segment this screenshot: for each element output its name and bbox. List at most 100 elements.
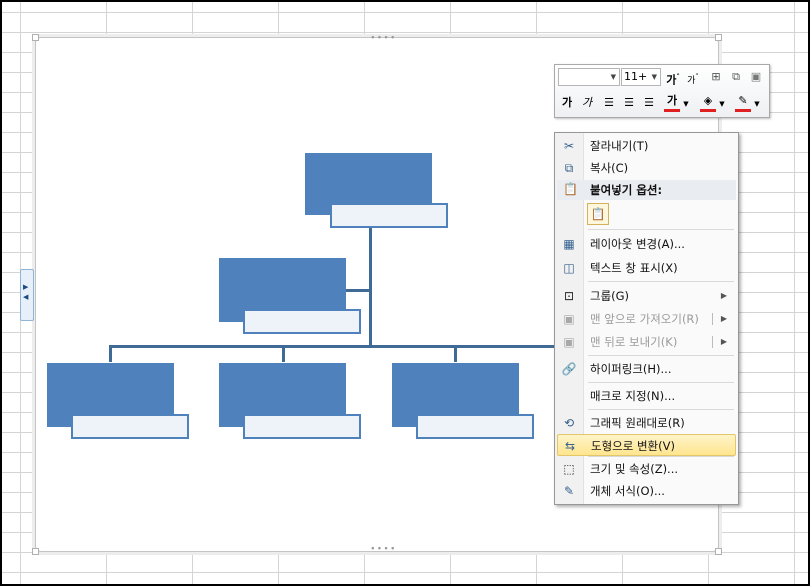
connector-drop-3 — [454, 345, 457, 362]
grid-select-icon[interactable]: ⊞ — [708, 69, 724, 85]
spreadsheet-grid[interactable]: ∙∙∙∙ ∙∙∙∙ ▶ ◀ ▼ 11+ ▼ 가˄ 가˅ ⊞ ⧉ ▣ 가 가 ☰ … — [0, 0, 810, 586]
menu-item-bring-to-front[interactable]: ▣ 맨 앞으로 가져오기(R) ▶ — [557, 308, 736, 330]
reset-graphic-icon: ⟲ — [563, 416, 575, 430]
dropdown-arrow-icon[interactable]: ▼ — [652, 69, 657, 85]
connector-horizontal — [109, 345, 555, 348]
font-size-value: 11+ — [624, 70, 648, 83]
menu-item-label: 붙여넣기 옵션: — [590, 183, 663, 197]
menu-item-label: 개체 서식(O)... — [590, 484, 665, 498]
org-label-child-3[interactable] — [416, 414, 534, 439]
menu-item-change-layout[interactable]: ▦ 레이아웃 변경(A)... — [557, 233, 736, 255]
paste-options-header: 📋 붙여넣기 옵션: — [557, 180, 736, 200]
context-menu: ✂ 잘라내기(T) ⧉ 복사(C) 📋 붙여넣기 옵션: 📋 ▦ 레이아웃 변경… — [554, 132, 739, 505]
menu-item-convert-to-shapes[interactable]: ⇆ 도형으로 변환(V) — [557, 434, 736, 456]
menu-item-assign-macro[interactable]: 매크로 지정(N)... — [557, 385, 736, 407]
outline-color-icon[interactable]: ✎ — [735, 93, 751, 112]
corner-handle-top-left[interactable] — [32, 34, 39, 41]
bold-button[interactable]: 가 — [559, 95, 575, 111]
menu-item-send-to-back[interactable]: ▣ 맨 뒤로 보내기(K) ▶ — [557, 331, 736, 353]
bottom-resize-grip[interactable]: ∙∙∙∙ — [370, 545, 397, 554]
menu-item-label: 그룹(G) — [590, 289, 630, 303]
font-name-combo[interactable]: ▼ — [558, 68, 620, 86]
text-pane-toggle-button[interactable]: ▶ ◀ — [20, 269, 34, 321]
paste-icon: 📋 — [563, 182, 578, 196]
menu-separator — [588, 229, 734, 230]
menu-item-label: 도형으로 변환(V) — [591, 439, 675, 453]
menu-item-show-text-pane[interactable]: ◫ 텍스트 창 표시(X) — [557, 257, 736, 279]
arrow-right-icon: ▶ — [23, 283, 29, 291]
dropdown-arrow-icon[interactable]: ▼ — [611, 69, 616, 85]
convert-shapes-icon: ⇆ — [564, 439, 576, 453]
selection-pane-icon[interactable]: ⧉ — [728, 69, 744, 85]
corner-handle-bottom-left[interactable] — [32, 548, 39, 555]
menu-item-label: 매크로 지정(N)... — [590, 389, 676, 403]
submenu-arrow-icon: ▶ — [720, 314, 727, 323]
grow-font-label: 가 — [666, 73, 677, 87]
text-pane-icon: ◫ — [563, 261, 575, 275]
menu-item-label: 복사(C) — [590, 161, 629, 175]
font-size-combo[interactable]: 11+ ▼ — [621, 68, 661, 86]
connector-assistant — [346, 289, 370, 292]
connector-drop-2 — [282, 345, 285, 362]
shrink-font-button[interactable]: 가˅ — [685, 69, 701, 89]
submenu-arrow-icon: ▶ — [720, 337, 727, 346]
grow-font-mark: ˄ — [676, 73, 680, 81]
shrink-font-mark: ˅ — [695, 73, 699, 81]
grow-font-button[interactable]: 가˄ — [665, 69, 681, 89]
paste-clipboard-icon[interactable]: 📋 — [587, 203, 609, 225]
menu-separator — [588, 355, 734, 356]
scissors-icon: ✂ — [563, 139, 575, 153]
org-label-top[interactable] — [330, 203, 448, 228]
org-label-child-2[interactable] — [243, 414, 361, 439]
menu-item-label: 레이아웃 변경(A)... — [590, 237, 685, 251]
corner-handle-top-right[interactable] — [715, 34, 722, 41]
menu-item-reset-graphic[interactable]: ⟲ 그래픽 원래대로(R) — [557, 412, 736, 434]
corner-handle-bottom-right[interactable] — [715, 548, 722, 555]
menu-item-copy[interactable]: ⧉ 복사(C) — [557, 157, 736, 179]
menu-item-label: 텍스트 창 표시(X) — [590, 261, 678, 275]
split-divider — [712, 336, 713, 348]
dropdown-arrow-icon[interactable]: ▼ — [753, 96, 761, 112]
font-color-button[interactable]: 가 — [664, 93, 680, 112]
connector-vertical-main — [369, 228, 372, 348]
copy-icon: ⧉ — [564, 161, 574, 175]
menu-item-group[interactable]: ⊡ 그룹(G) ▶ — [557, 285, 736, 307]
connector-drop-1 — [109, 345, 112, 362]
send-back-icon: ▣ — [563, 335, 575, 349]
hyperlink-icon: 🔗 — [561, 362, 577, 376]
menu-item-label: 잘라내기(T) — [590, 139, 649, 153]
menu-item-cut[interactable]: ✂ 잘라내기(T) — [557, 135, 736, 157]
size-properties-icon: ⬚ — [563, 462, 575, 476]
arrow-left-icon: ◀ — [23, 293, 29, 301]
italic-button[interactable]: 가 — [579, 95, 595, 111]
menu-separator — [588, 456, 734, 457]
align-left-icon[interactable]: ☰ — [601, 95, 617, 111]
dropdown-arrow-icon[interactable]: ▼ — [682, 96, 690, 112]
menu-item-hyperlink[interactable]: 🔗 하이퍼링크(H)... — [557, 358, 736, 380]
org-label-child-1[interactable] — [71, 414, 189, 439]
align-right-icon[interactable]: ☰ — [641, 95, 657, 111]
top-resize-grip[interactable]: ∙∙∙∙ — [370, 34, 397, 43]
org-label-assistant[interactable] — [243, 309, 361, 334]
format-object-icon: ✎ — [563, 484, 575, 498]
menu-separator — [588, 281, 734, 282]
align-center-icon[interactable]: ☰ — [621, 95, 637, 111]
submenu-arrow-icon: ▶ — [720, 291, 727, 300]
menu-item-size-properties[interactable]: ⬚ 크기 및 속성(Z)... — [557, 458, 736, 480]
arrange-icon[interactable]: ▣ — [748, 69, 764, 85]
split-divider — [712, 313, 713, 325]
layout-icon: ▦ — [563, 237, 575, 251]
mini-toolbar: ▼ 11+ ▼ 가˄ 가˅ ⊞ ⧉ ▣ 가 가 ☰ ☰ ☰ 가 ▼ ◈ ▼ ✎ … — [554, 64, 770, 118]
group-icon: ⊡ — [563, 289, 575, 303]
dropdown-arrow-icon[interactable]: ▼ — [718, 96, 726, 112]
menu-item-label: 맨 앞으로 가져오기(R) — [590, 312, 699, 326]
fill-color-icon[interactable]: ◈ — [700, 93, 716, 112]
bring-front-icon: ▣ — [563, 312, 575, 326]
menu-item-label: 크기 및 속성(Z)... — [590, 462, 679, 476]
menu-item-label: 맨 뒤로 보내기(K) — [590, 335, 678, 349]
menu-item-label: 하이퍼링크(H)... — [590, 362, 672, 376]
menu-item-format-object[interactable]: ✎ 개체 서식(O)... — [557, 480, 736, 502]
menu-separator — [588, 409, 734, 410]
menu-separator — [588, 382, 734, 383]
menu-item-label: 그래픽 원래대로(R) — [590, 416, 685, 430]
